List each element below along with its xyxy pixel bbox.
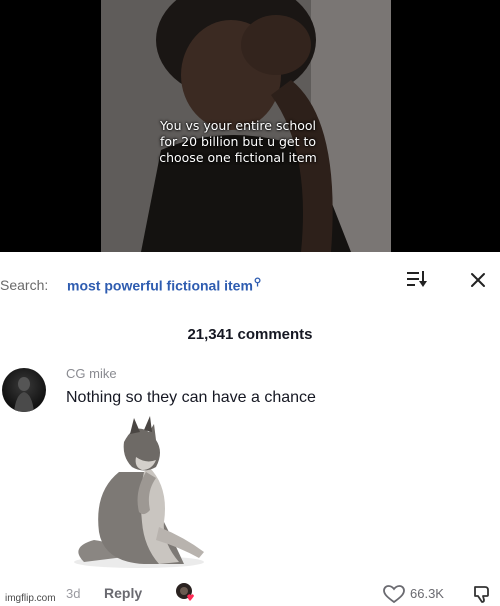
- heart-icon[interactable]: [383, 585, 405, 606]
- search-query-link[interactable]: most powerful fictional item⚲: [67, 277, 261, 294]
- close-icon[interactable]: [470, 272, 486, 293]
- reply-button[interactable]: Reply: [104, 585, 142, 601]
- video-player[interactable]: You vs your entire school for 20 billion…: [0, 0, 500, 252]
- comment-sticker-image: [64, 412, 214, 572]
- sort-icon[interactable]: [407, 270, 427, 293]
- caption-line: choose one fictional item: [159, 150, 317, 165]
- search-query-text: most powerful fictional item: [67, 277, 253, 294]
- avatar[interactable]: [2, 368, 46, 412]
- caption-line: for 20 billion but u get to: [159, 134, 317, 149]
- comment-count: 21,341 comments: [187, 326, 313, 343]
- like-count: 66.3K: [410, 586, 444, 601]
- comment-text: Nothing so they can have a chance: [66, 389, 316, 406]
- comment-time: 3d: [66, 586, 81, 601]
- creator-liked-icon: [175, 582, 195, 606]
- search-label: Search:: [0, 277, 49, 293]
- watermark: imgflip.com: [2, 592, 59, 606]
- video-caption: You vs your entire school for 20 billion…: [118, 118, 358, 166]
- comment-username[interactable]: CG mike: [66, 366, 117, 381]
- dislike-icon[interactable]: [472, 584, 492, 606]
- search-icon: ⚲: [253, 277, 262, 288]
- caption-line: You vs your entire school: [159, 118, 317, 133]
